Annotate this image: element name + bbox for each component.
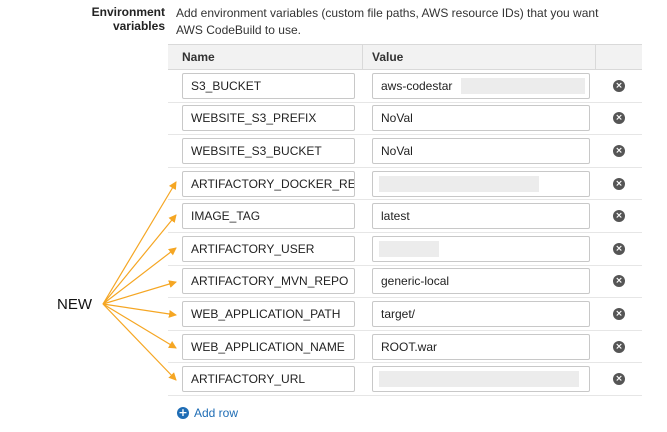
annotation-arrow xyxy=(102,247,177,305)
annotation-arrow xyxy=(102,214,177,305)
annotation-arrow xyxy=(102,303,177,318)
new-annotation-arrows xyxy=(102,181,177,381)
